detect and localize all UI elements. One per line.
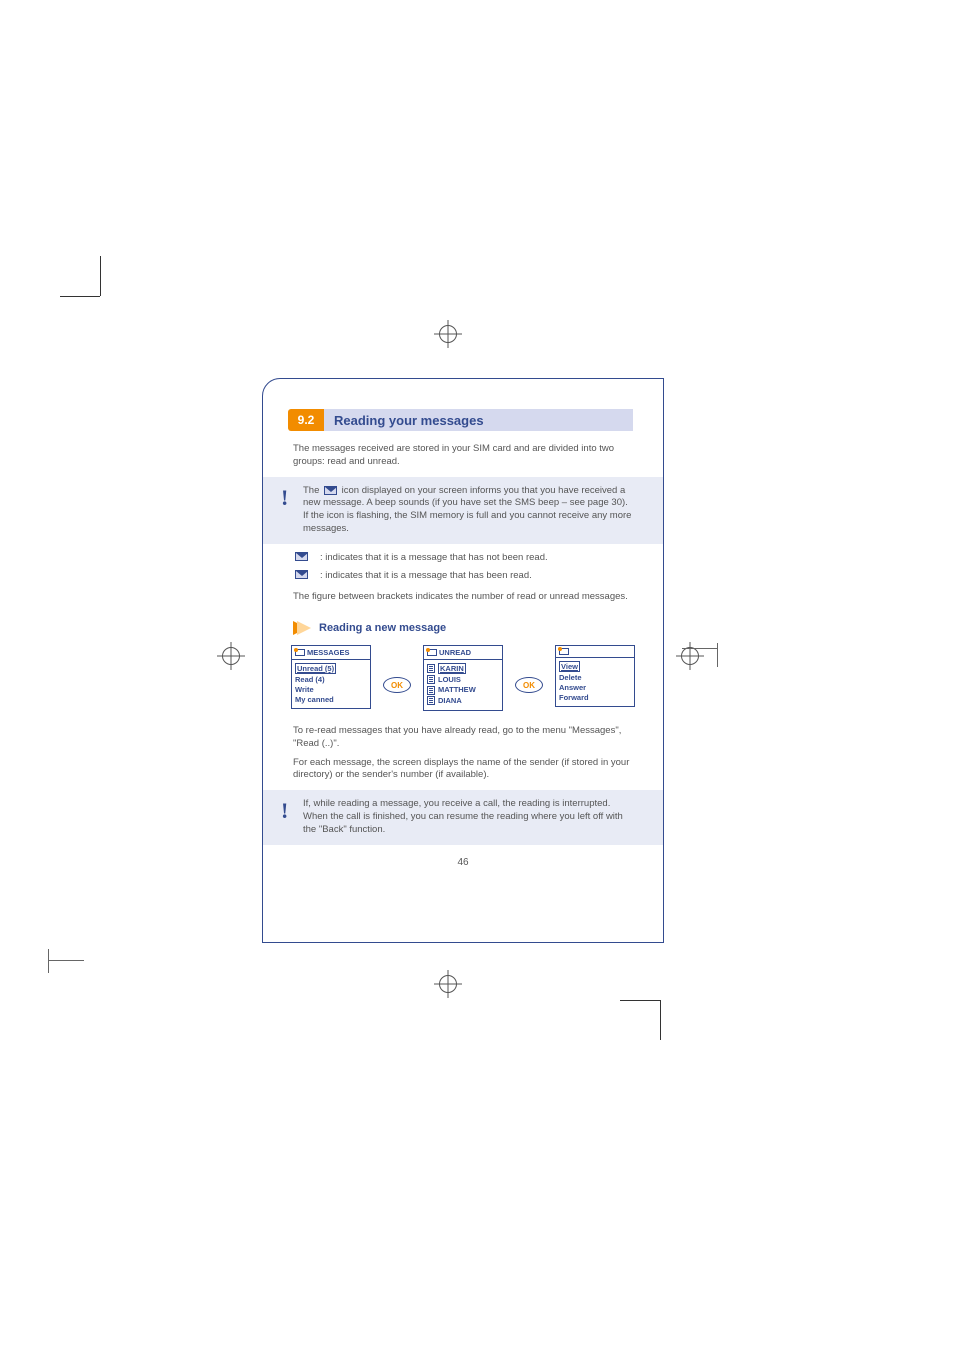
manual-page: 9.2 Reading your messages The messages r… [262,378,664,943]
screen2-item-matthew[interactable]: MATTHEW [438,685,476,694]
screen-messages: MESSAGES Unread (5) Read (4) Write My ca… [291,645,371,709]
screen1-item-unread[interactable]: Unread (5) [295,663,336,674]
bracket-note: The figure between brackets indicates th… [293,591,633,604]
foot-paragraph-1: To re-read messages that you have alread… [293,725,633,751]
intro-text: The messages received are stored in your… [293,443,633,469]
section-heading: 9.2 Reading your messages [288,409,633,431]
envelope-mini-icon [427,649,437,656]
doc-icon [427,664,435,673]
triangle-icon-light [297,621,311,635]
attention-icon: ! [281,483,288,513]
envelope-mini-icon [559,648,569,655]
envelope-unread-icon [295,552,308,561]
screen3-item-view[interactable]: View [559,661,580,672]
page-number: 46 [263,857,663,868]
note-text-prefix: The [303,485,322,496]
doc-icon [427,675,435,684]
screen-flow: MESSAGES Unread (5) Read (4) Write My ca… [291,645,635,711]
subhead-text: Reading a new message [319,622,446,634]
screen2-title: UNREAD [439,648,471,657]
screen-actions: View Delete Answer Forward [555,645,635,707]
info-note: ! The icon displayed on your screen info… [263,477,663,544]
ok-button[interactable]: OK [383,677,411,693]
ok-button[interactable]: OK [515,677,543,693]
screen3-item-forward[interactable]: Forward [559,692,631,702]
screen1-item-read[interactable]: Read (4) [295,674,367,684]
screen-unread: UNREAD KARIN LOUIS MATTHEW DIANA [423,645,503,711]
section-title: Reading your messages [324,409,633,431]
envelope-read-icon [295,570,308,579]
icon-legend: : indicates that it is a message that ha… [293,552,633,583]
note2-text: If, while reading a message, you receive… [303,798,623,835]
note-text-rest: icon displayed on your screen informs yo… [303,485,631,534]
screen2-item-louis[interactable]: LOUIS [438,675,461,684]
envelope-icon [324,486,337,495]
screen2-item-diana[interactable]: DIANA [438,696,462,705]
screen1-title: MESSAGES [307,648,350,657]
screen1-item-write[interactable]: Write [295,684,367,694]
screen3-item-answer[interactable]: Answer [559,682,631,692]
screen1-item-canned[interactable]: My canned [295,694,367,704]
legend-read: : indicates that it is a message that ha… [320,570,633,582]
screen3-item-delete[interactable]: Delete [559,672,631,682]
subheading: Reading a new message [293,621,663,635]
envelope-mini-icon [295,649,305,656]
doc-icon [427,686,435,695]
legend-unread: : indicates that it is a message that ha… [320,552,633,564]
attention-icon: ! [281,796,288,826]
section-number: 9.2 [288,409,324,431]
screen2-item-karin[interactable]: KARIN [438,663,466,674]
info-note-2: ! If, while reading a message, you recei… [263,790,663,844]
doc-icon [427,696,435,705]
foot-paragraph-2: For each message, the screen displays th… [293,757,633,783]
